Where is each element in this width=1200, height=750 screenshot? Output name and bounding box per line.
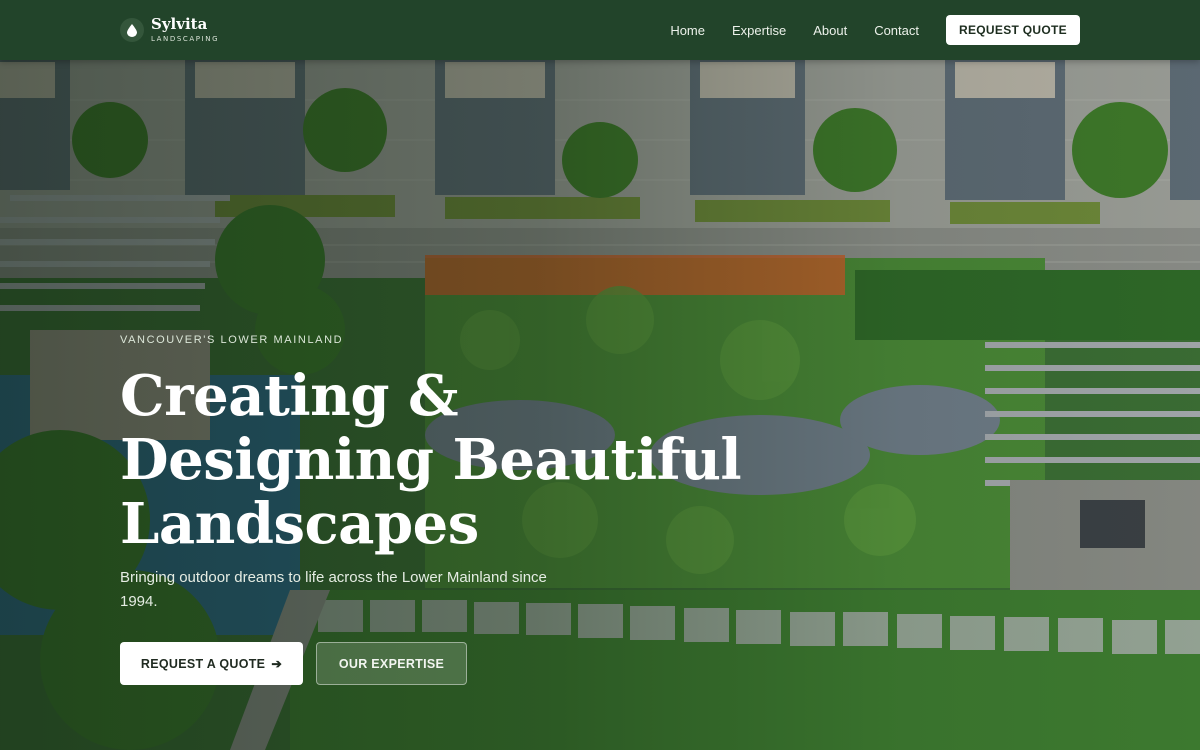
headline-line-3: Landscapes <box>120 491 479 557</box>
hero-headline: Creating & Designing Beautiful Landscape… <box>120 363 742 557</box>
leaf-drop-icon <box>120 18 144 42</box>
nav-link-expertise[interactable]: Expertise <box>732 23 786 38</box>
hero-eyebrow: VANCOUVER'S LOWER MAINLAND <box>120 334 344 346</box>
brand-name: Sylvita <box>151 15 208 33</box>
our-expertise-button[interactable]: OUR EXPERTISE <box>316 642 467 685</box>
arrow-right-icon: ➔ <box>271 657 283 671</box>
main-nav: Home Expertise About Contact REQUEST QUO… <box>670 15 1080 45</box>
request-a-quote-label: REQUEST A QUOTE <box>140 656 266 671</box>
headline-line-1: Creating & <box>120 363 459 429</box>
nav-link-about[interactable]: About <box>813 23 847 38</box>
landing-page: Sylvita LANDSCAPING Home Expertise About… <box>0 0 1200 750</box>
nav-link-home[interactable]: Home <box>670 23 705 38</box>
hero-content: VANCOUVER'S LOWER MAINLAND Creating & De… <box>120 334 742 685</box>
brand-logo[interactable]: Sylvita LANDSCAPING <box>120 15 219 45</box>
hero-subtitle: Bringing outdoor dreams to life across t… <box>120 569 547 610</box>
hero-buttons: REQUEST A QUOTE ➔ OUR EXPERTISE <box>120 642 720 685</box>
request-quote-button[interactable]: REQUEST QUOTE <box>946 15 1080 45</box>
request-a-quote-button[interactable]: REQUEST A QUOTE ➔ <box>120 642 303 685</box>
nav-link-contact[interactable]: Contact <box>874 23 919 38</box>
brand-tagline: LANDSCAPING <box>151 35 220 43</box>
headline-line-2: Designing Beautiful <box>120 427 742 493</box>
navbar: Sylvita LANDSCAPING Home Expertise About… <box>0 0 1200 60</box>
